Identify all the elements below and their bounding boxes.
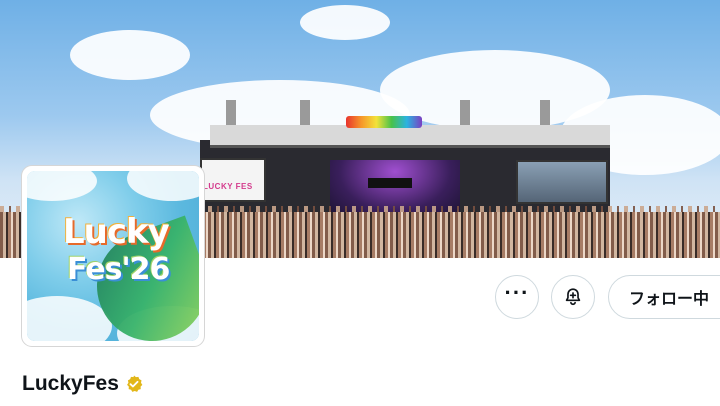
stage-screen-left [200, 158, 266, 202]
avatar-logo: Lucky Fes'26 [27, 171, 199, 341]
rainbow-sign [346, 116, 422, 128]
following-label: フォロー中 [629, 289, 710, 308]
bell-plus-icon [565, 288, 581, 306]
verified-badge-icon[interactable] [124, 374, 144, 394]
avatar-cloud [27, 171, 97, 201]
banner-cloud [300, 5, 390, 40]
notifications-button[interactable] [551, 275, 595, 319]
more-button[interactable]: ··· [495, 275, 539, 319]
following-button[interactable]: フォロー中 [608, 275, 720, 319]
banner-cloud [70, 30, 190, 80]
more-icon: ··· [504, 280, 530, 305]
profile-name-row: LuckyFes [22, 372, 144, 396]
stage-screen-text: LUCKY FES [203, 182, 253, 191]
stage-screen-right [516, 160, 608, 204]
avatar-logo-text-line2: Fes'26 [67, 252, 170, 287]
display-name: LuckyFes [22, 372, 119, 395]
avatar-logo-text-line1: Lucky [63, 212, 170, 252]
avatar-cloud [127, 171, 199, 201]
profile-avatar[interactable]: Lucky Fes'26 [22, 166, 204, 346]
